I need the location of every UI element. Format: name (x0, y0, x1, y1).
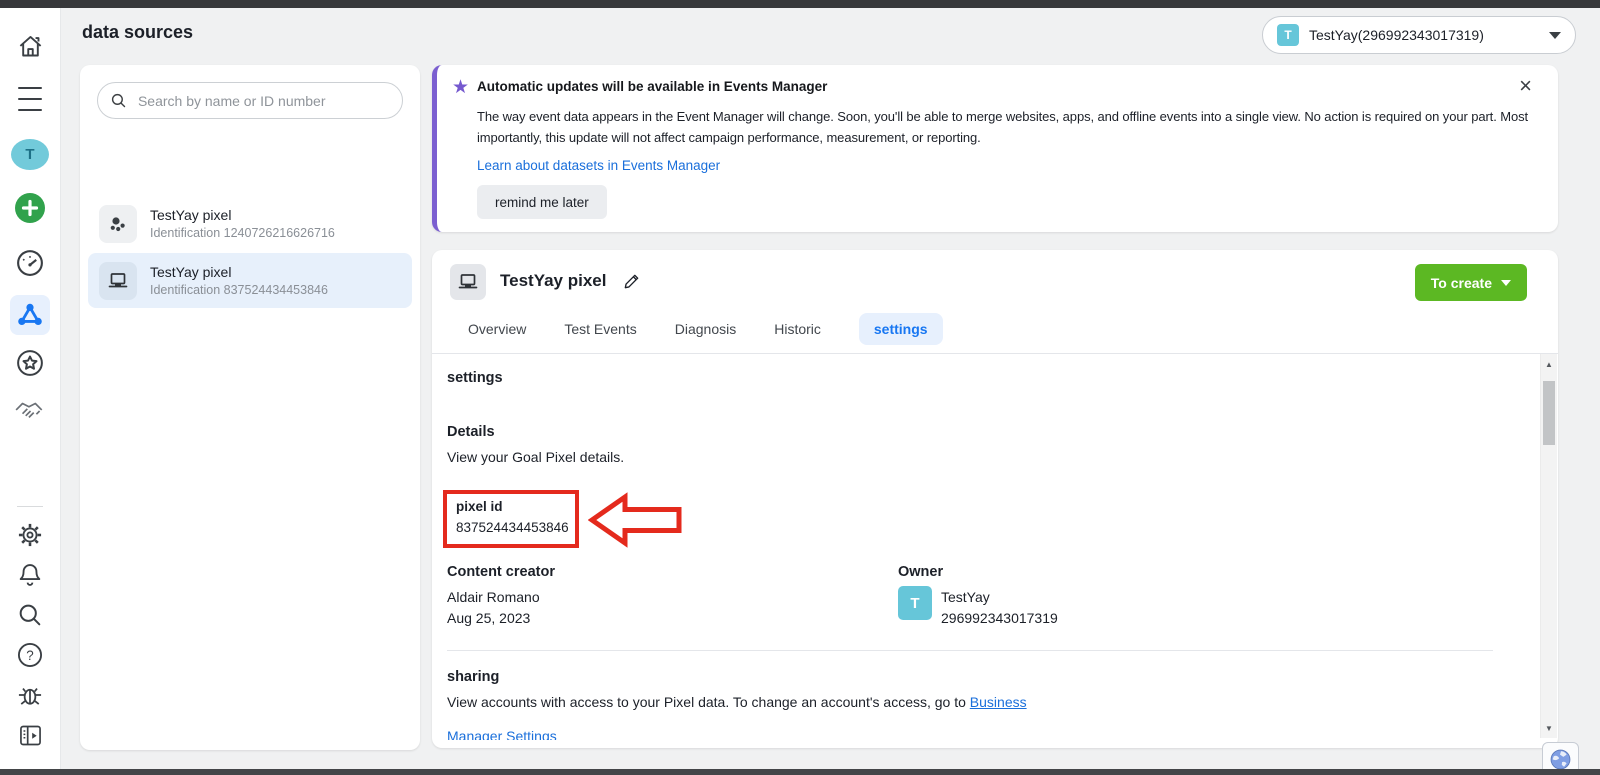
tab-overview[interactable]: Overview (468, 321, 526, 337)
notifications-bell-icon[interactable] (10, 555, 50, 595)
bug-report-icon[interactable] (10, 675, 50, 715)
scrollbar: ▲ ▼ (1540, 354, 1557, 738)
data-source-item[interactable]: TestYay pixel Identification 12407262166… (88, 196, 412, 251)
details-heading: Details (447, 424, 495, 440)
data-source-title: TestYay pixel (150, 264, 328, 280)
settings-gear-icon[interactable] (10, 515, 50, 555)
pixel-laptop-icon (99, 262, 137, 300)
content-creator-label: Content creator (447, 564, 555, 580)
banner-body: The way event data appears in the Event … (477, 106, 1529, 148)
bottom-window-bar (0, 769, 1600, 775)
annotation-box-pixel-id: pixel id 837524434453846 (443, 490, 579, 548)
data-sources-icon[interactable] (10, 295, 50, 335)
star-badge-icon[interactable] (10, 343, 50, 383)
tab-test-events[interactable]: Test Events (564, 321, 636, 337)
data-source-item-selected[interactable]: TestYay pixel Identification 83752443445… (88, 253, 412, 308)
resources-guide-icon[interactable] (10, 715, 50, 755)
content-creator-date: Aug 25, 2023 (447, 610, 530, 626)
owner-id: 296992343017319 (941, 610, 1058, 626)
settings-scroll-area: settings Details View your Goal Pixel de… (432, 354, 1540, 740)
account-label: TestYay(296992343017319) (1309, 27, 1549, 43)
pixel-laptop-icon (450, 264, 486, 300)
create-plus-icon[interactable] (10, 188, 50, 228)
rail-divider (17, 506, 43, 507)
data-source-id: Identification 837524434453846 (150, 283, 328, 297)
avatar: T (11, 139, 49, 170)
top-window-bar (0, 0, 1600, 8)
sharing-text-line2: Manager Settings (447, 728, 557, 740)
edit-pencil-icon[interactable] (622, 272, 641, 291)
content-creator-name: Aldair Romano (447, 589, 540, 605)
data-source-id: Identification 1240726216626716 (150, 226, 335, 240)
star-icon: ★ (452, 76, 469, 99)
close-icon[interactable]: × (1519, 75, 1532, 97)
pixel-name: TestYay pixel (500, 271, 606, 291)
dataset-network-icon (99, 205, 137, 243)
pixel-tabs: Overview Test Events Diagnosis Historic … (468, 311, 943, 347)
settings-heading: settings (447, 370, 503, 386)
chevron-down-icon (1549, 32, 1561, 39)
data-source-title: TestYay pixel (150, 207, 335, 223)
help-icon[interactable]: ? (10, 635, 50, 675)
pixel-id-label: pixel id (456, 499, 575, 514)
menu-icon[interactable] (10, 79, 50, 119)
svg-text:?: ? (26, 648, 33, 663)
scrollbar-down-arrow[interactable]: ▼ (1541, 720, 1557, 736)
owner-label: Owner (898, 564, 943, 580)
manager-settings-link[interactable]: Manager Settings (447, 728, 557, 740)
section-divider (447, 650, 1493, 651)
account-selector[interactable]: T TestYay(296992343017319) (1262, 16, 1576, 54)
sharing-text: View accounts with access to your Pixel … (447, 694, 1507, 710)
page-title: data sources (82, 22, 193, 43)
owner-name: TestYay (941, 589, 990, 605)
banner-title: Automatic updates will be available in E… (477, 79, 827, 94)
left-nav-rail: T ? (0, 8, 61, 769)
scrollbar-thumb[interactable] (1543, 381, 1555, 445)
pixel-card: TestYay pixel To create Overview Test Ev… (432, 250, 1558, 748)
rail-account-avatar[interactable]: T (10, 137, 50, 171)
chevron-down-icon (1501, 280, 1511, 286)
account-avatar: T (1277, 24, 1299, 46)
tab-settings[interactable]: settings (859, 313, 943, 345)
update-banner: ★ Automatic updates will be available in… (432, 65, 1558, 232)
sharing-text-before: View accounts with access to your Pixel … (447, 694, 970, 710)
pixel-id-value: 837524434453846 (456, 520, 575, 535)
overview-gauge-icon[interactable] (10, 243, 50, 283)
scrollbar-up-arrow[interactable]: ▲ (1541, 356, 1557, 372)
owner-avatar: T (898, 586, 932, 620)
search-input[interactable] (136, 92, 390, 110)
business-link[interactable]: Business (970, 694, 1027, 710)
tab-historic[interactable]: Historic (774, 321, 821, 337)
partner-handshake-icon[interactable] (10, 391, 50, 431)
globe-icon (1550, 749, 1571, 770)
tab-diagnosis[interactable]: Diagnosis (675, 321, 736, 337)
annotation-arrow-icon (588, 492, 683, 549)
to-create-button[interactable]: To create (1415, 264, 1527, 301)
search-box (97, 82, 403, 119)
home-icon[interactable] (10, 26, 50, 66)
search-icon (110, 91, 127, 110)
remind-me-later-button[interactable]: remind me later (477, 185, 607, 219)
details-subtext: View your Goal Pixel details. (447, 449, 624, 465)
data-sources-panel: TestYay pixel Identification 12407262166… (80, 65, 420, 750)
sharing-heading: sharing (447, 669, 499, 685)
search-icon[interactable] (10, 595, 50, 635)
banner-learn-link[interactable]: Learn about datasets in Events Manager (477, 158, 720, 173)
to-create-label: To create (1431, 275, 1492, 291)
